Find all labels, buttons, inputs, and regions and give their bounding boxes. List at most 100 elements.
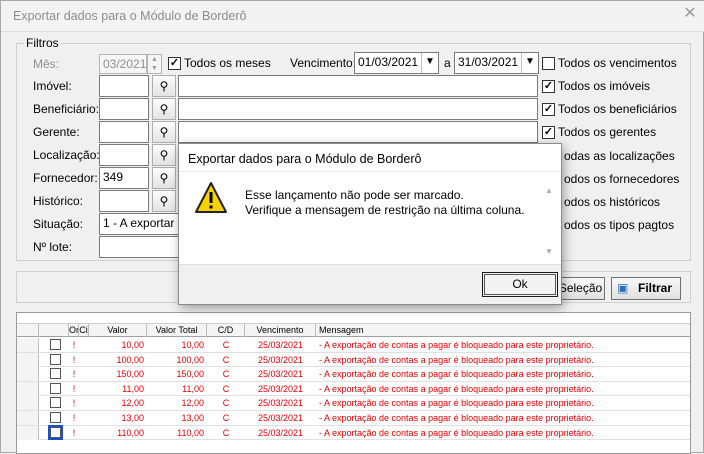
todos-fornecedores-label: odos os fornecedores bbox=[564, 172, 680, 186]
mes-spinner[interactable]: ▲ ▼ bbox=[147, 54, 162, 74]
table-row[interactable]: ! 150,00 150,00 C 25/03/2021 - A exportação d… bbox=[17, 367, 690, 382]
row-vencimento: 25/03/2021 bbox=[257, 413, 304, 423]
title-bar: Exportar dados para o Módulo de Borderô … bbox=[1, 1, 704, 32]
row-vencimento: 25/03/2021 bbox=[257, 340, 304, 350]
main-window: Exportar dados para o Módulo de Borderô … bbox=[0, 0, 704, 454]
beneficiario-name-input[interactable] bbox=[178, 98, 538, 120]
historico-code-input[interactable] bbox=[99, 190, 149, 212]
scroll-down-icon[interactable]: ▼ bbox=[542, 247, 556, 256]
table-row[interactable]: ! 12,00 12,00 C 25/03/2021 - A exportação de … bbox=[17, 396, 690, 411]
beneficiario-code-input[interactable] bbox=[99, 98, 149, 120]
row-valor: 13,00 bbox=[121, 413, 144, 423]
row-mensagem: - A exportação de contas a pagar é bloqu… bbox=[319, 383, 594, 394]
vencimento-from-date[interactable]: 01/03/2021 ▼ bbox=[354, 52, 439, 74]
ok-button[interactable]: Ok bbox=[482, 272, 558, 297]
lote-input[interactable] bbox=[99, 236, 179, 258]
close-icon: ✕ bbox=[683, 5, 697, 22]
grid-header: On Ci Valor Valor Total C/D Vencimento M… bbox=[17, 323, 690, 337]
gerente-name-input[interactable] bbox=[178, 121, 538, 143]
fornecedor-code-input[interactable]: 349 bbox=[99, 167, 149, 189]
grid-header-col3[interactable]: On bbox=[69, 324, 79, 337]
row-flag-1: ! bbox=[72, 427, 76, 438]
row-cd: C bbox=[222, 369, 230, 380]
search-icon[interactable]: ⚲ bbox=[152, 121, 176, 143]
row-cd: C bbox=[222, 383, 230, 394]
table-row[interactable]: ! 13,00 13,00 C 25/03/2021 - A exportação de … bbox=[17, 411, 690, 426]
row-marker[interactable] bbox=[17, 396, 39, 411]
row-checkbox[interactable] bbox=[50, 353, 61, 365]
row-valor: 10,00 bbox=[121, 340, 144, 350]
grid-header-cd[interactable]: C/D bbox=[207, 324, 245, 337]
imovel-name-input[interactable] bbox=[178, 75, 538, 97]
filtrar-label: Filtrar bbox=[637, 281, 672, 295]
dialog-title: Exportar dados para o Módulo de Borderô bbox=[188, 152, 422, 166]
grid-header-mensagem[interactable]: Mensagem bbox=[316, 324, 690, 337]
results-grid[interactable]: On Ci Valor Valor Total C/D Vencimento M… bbox=[16, 312, 691, 454]
lote-label: Nº lote: bbox=[33, 240, 73, 254]
row-checkbox[interactable] bbox=[50, 382, 61, 394]
todos-vencimentos-checkbox[interactable] bbox=[542, 57, 555, 70]
table-row[interactable]: ! 11,00 11,00 C 25/03/2021 - A exportação de … bbox=[17, 381, 690, 397]
dialog-scrollbar[interactable]: ▲ ▼ bbox=[542, 186, 556, 264]
row-checkbox[interactable] bbox=[50, 368, 61, 380]
imovel-label: Imóvel: bbox=[33, 79, 72, 93]
localizacao-code-input[interactable] bbox=[99, 144, 149, 166]
row-valor-total: 150,00 bbox=[176, 369, 204, 380]
grid-header-col4[interactable]: Ci bbox=[79, 324, 89, 337]
row-marker[interactable] bbox=[17, 411, 39, 425]
situacao-label: Situação: bbox=[33, 217, 84, 231]
row-mensagem: - A exportação de contas a pagar é bloqu… bbox=[319, 427, 594, 438]
vencimento-label: Vencimento: bbox=[290, 56, 357, 70]
row-flag-2 bbox=[79, 353, 89, 367]
row-valor: 12,00 bbox=[121, 398, 144, 409]
row-marker[interactable] bbox=[17, 381, 39, 396]
dialog-message-line2: Verifique a mensagem de restrição na últ… bbox=[245, 203, 525, 217]
row-checkbox[interactable] bbox=[50, 397, 61, 409]
row-marker[interactable] bbox=[17, 367, 39, 382]
search-icon[interactable]: ⚲ bbox=[152, 144, 176, 166]
vencimento-to-date[interactable]: 31/03/2021 ▼ bbox=[454, 52, 539, 74]
window-title: Exportar dados para o Módulo de Borderô bbox=[13, 9, 247, 23]
todos-beneficiarios-checkbox[interactable]: ✓ bbox=[542, 103, 555, 116]
filtrar-button[interactable]: ▣ Filtrar bbox=[611, 277, 681, 300]
scroll-up-icon[interactable]: ▲ bbox=[542, 186, 556, 195]
row-valor: 100,00 bbox=[116, 354, 144, 365]
todos-imoveis-checkbox[interactable]: ✓ bbox=[542, 80, 555, 93]
gerente-code-input[interactable] bbox=[99, 121, 149, 143]
grid-header-check bbox=[39, 324, 69, 337]
mes-label: Mês: bbox=[33, 57, 60, 71]
row-checkbox[interactable] bbox=[50, 412, 61, 423]
search-icon[interactable]: ⚲ bbox=[152, 98, 176, 120]
grid-header-valor[interactable]: Valor bbox=[89, 324, 147, 337]
row-valor-total: 110,00 bbox=[177, 427, 204, 438]
situacao-select[interactable]: 1 - A exportar bbox=[99, 213, 179, 235]
row-checkbox[interactable] bbox=[50, 339, 61, 350]
todos-historicos-label: odos os históricos bbox=[564, 195, 661, 209]
imovel-code-input[interactable] bbox=[99, 75, 149, 97]
row-checkbox[interactable] bbox=[48, 424, 63, 440]
selecao-button[interactable]: Seleção bbox=[556, 277, 605, 300]
table-row[interactable]: ! 100,00 100,00 C 25/03/2021 - A exportação d… bbox=[17, 352, 690, 368]
dialog-message-line1: Esse lançamento não pode ser marcado. bbox=[245, 188, 464, 202]
chevron-down-icon[interactable]: ▼ bbox=[521, 53, 538, 73]
chevron-down-icon[interactable]: ▼ bbox=[421, 53, 438, 73]
todos-meses-checkbox[interactable]: ✓ bbox=[168, 57, 181, 70]
row-marker[interactable] bbox=[17, 425, 39, 440]
row-valor-total: 12,00 bbox=[181, 398, 204, 409]
row-marker[interactable] bbox=[17, 338, 39, 352]
search-icon[interactable]: ⚲ bbox=[152, 190, 176, 212]
todas-localizacoes-label: odas as localizações bbox=[564, 149, 675, 163]
search-icon[interactable]: ⚲ bbox=[152, 167, 176, 189]
row-valor-total: 11,00 bbox=[182, 383, 204, 394]
mes-input[interactable]: 03/2021 bbox=[99, 54, 147, 74]
search-icon[interactable]: ⚲ bbox=[152, 75, 176, 97]
table-row[interactable]: ! 10,00 10,00 C 25/03/2021 - A exportação de … bbox=[17, 338, 690, 353]
row-vencimento: 25/03/2021 bbox=[257, 369, 304, 380]
table-row[interactable]: ! 110,00 110,00 C 25/03/2021 - A exportação d… bbox=[17, 424, 690, 441]
grid-header-valor-total[interactable]: Valor Total bbox=[147, 324, 207, 337]
close-window-button[interactable]: ✕ bbox=[677, 3, 703, 27]
grid-header-vencimento[interactable]: Vencimento bbox=[245, 324, 316, 337]
row-flag-2 bbox=[79, 382, 89, 396]
todos-gerentes-checkbox[interactable]: ✓ bbox=[542, 126, 555, 139]
row-marker[interactable] bbox=[17, 352, 39, 367]
